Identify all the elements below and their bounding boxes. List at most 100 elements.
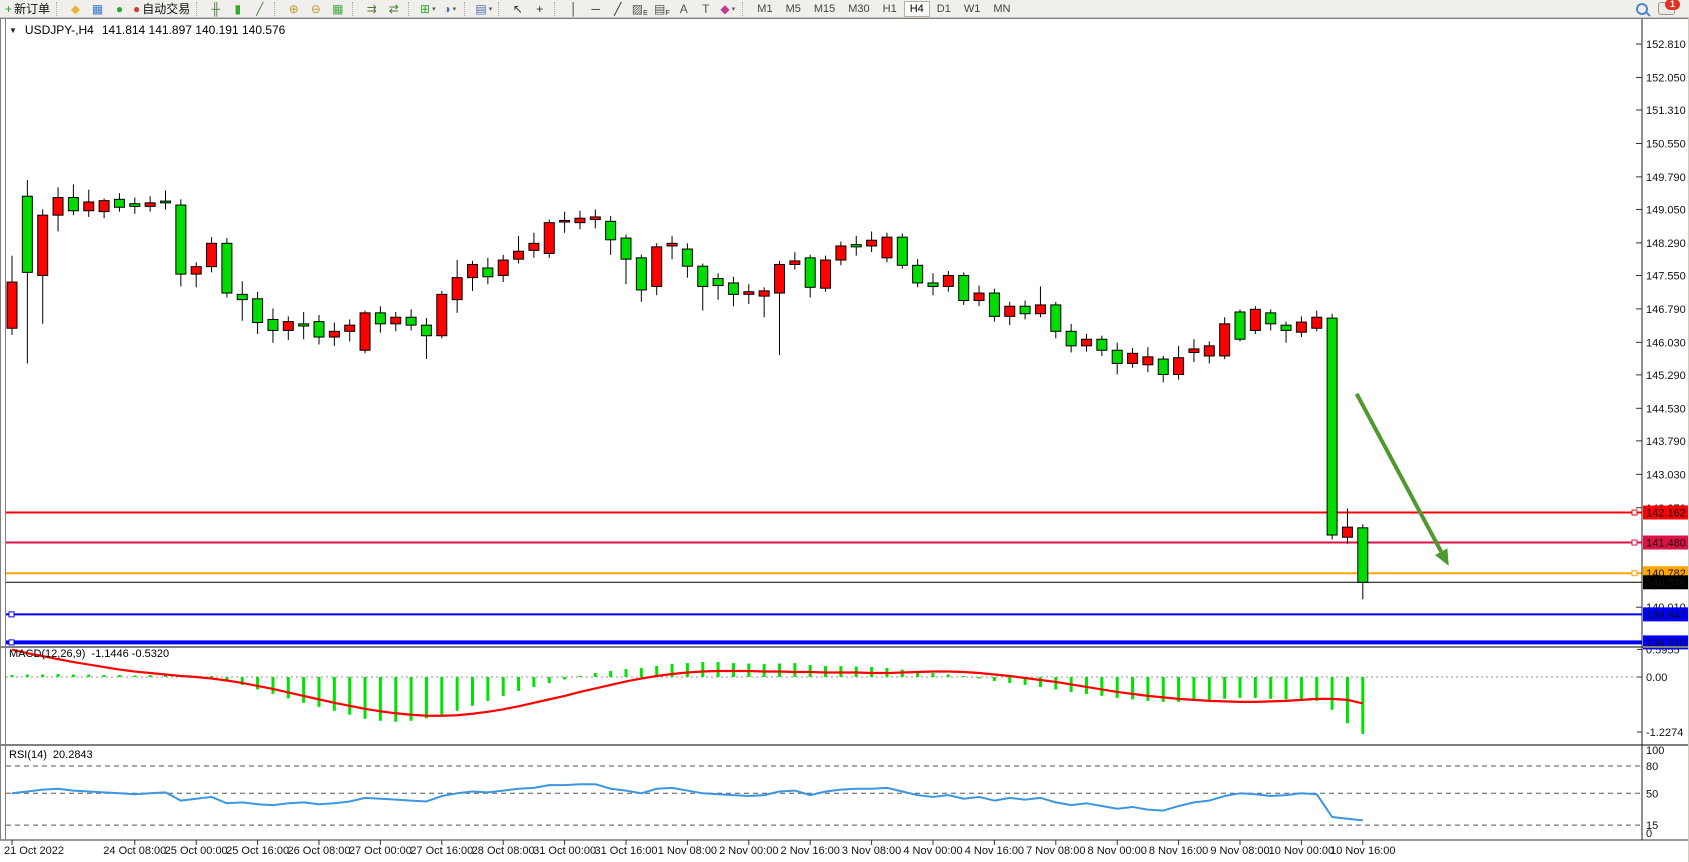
autotrading-button[interactable]: ●自动交易 [131, 1, 192, 17]
trendline-icon: ╱ [614, 2, 621, 16]
timeframe-m1[interactable]: M1 [751, 1, 778, 17]
fibonacci-button[interactable]: ▤F [651, 1, 672, 17]
macd-bar [1100, 677, 1103, 696]
macd-bar [1300, 677, 1303, 700]
svg-text:149.790: 149.790 [1646, 172, 1686, 184]
level-lines[interactable] [6, 510, 1642, 645]
candle-body [1112, 350, 1122, 363]
candle-body [375, 313, 385, 324]
svg-text:140.576: 140.576 [1646, 577, 1686, 589]
macd-bar [26, 675, 29, 677]
profiles-button[interactable]: ◑▾ [439, 1, 460, 17]
candle-body [483, 268, 493, 277]
timeframe-w1[interactable]: W1 [958, 1, 987, 17]
styles-icon: ◆ [71, 2, 80, 16]
terminal-window: +新订单◆▦●●自动交易╫▮╱⊕⊖▦⇉⇄⊞▾◑▾▤▾↖+│─╱▨E▤FAT◆▾M… [0, 0, 1689, 862]
dropdown-arrow-icon[interactable]: ▾ [453, 5, 457, 13]
dropdown-arrow-icon[interactable]: ▾ [732, 5, 736, 13]
arrows-button[interactable]: ◆▾ [717, 1, 738, 17]
macd-bar [1361, 677, 1364, 734]
chat-icon[interactable]: 1 [1658, 2, 1675, 15]
macd-bar [1285, 677, 1288, 699]
rsi-value: 20.2843 [53, 749, 93, 761]
candle-body [1005, 306, 1015, 316]
line-anchor[interactable] [1632, 540, 1637, 545]
text-button[interactable]: A [673, 1, 694, 17]
auto-scroll-button[interactable]: ⇉ [361, 1, 382, 17]
new-chart-button[interactable]: ⊞▾ [417, 1, 438, 17]
dropdown-arrow-icon[interactable]: ▾ [489, 5, 493, 13]
timeframe-m15[interactable]: M15 [808, 1, 841, 17]
price-chart-canvas[interactable]: 152.810152.050151.310150.550149.790149.0… [0, 18, 1689, 862]
chart-window[interactable]: 152.810152.050151.310150.550149.790149.0… [0, 18, 1689, 862]
bar-chart-button[interactable]: ╫ [205, 1, 226, 17]
candle-body [268, 319, 278, 330]
text-label-button[interactable]: T [695, 1, 716, 17]
zoom-out-button[interactable]: ⊖ [305, 1, 326, 17]
equidistant-channel-button[interactable]: ▨E [629, 1, 650, 17]
macd-bar [1254, 677, 1257, 698]
macd-bar [717, 662, 720, 677]
timeframe-h1[interactable]: H1 [877, 1, 903, 17]
macd-bar [1116, 677, 1119, 698]
candle-body [974, 293, 984, 300]
line-anchor[interactable] [9, 640, 14, 645]
candle-body [1266, 313, 1276, 324]
candle-body [314, 322, 324, 337]
trend-arrow[interactable] [1357, 394, 1449, 566]
candlestick-chart-button[interactable]: ▮ [227, 1, 248, 17]
candle-body [161, 201, 171, 203]
rsi-name: RSI(14) [9, 749, 47, 761]
vertical-line-button[interactable]: │ [563, 1, 584, 17]
candle-body [805, 258, 815, 287]
trendline-button[interactable]: ╱ [607, 1, 628, 17]
line-anchor[interactable] [1632, 571, 1637, 576]
time-axis[interactable]: 21 Oct 202224 Oct 08:0025 Oct 00:0025 Oc… [4, 840, 1396, 857]
macd-bar [333, 677, 336, 711]
line-anchor[interactable] [9, 612, 14, 617]
symbol-dropdown-icon[interactable]: ▼ [9, 26, 17, 35]
timeframe-h4[interactable]: H4 [904, 1, 930, 17]
candle-body [1312, 317, 1322, 328]
data-center-icon: ● [116, 2, 123, 16]
data-center-button[interactable]: ● [109, 1, 130, 17]
timeframe-m30[interactable]: M30 [842, 1, 875, 17]
macd-signal-line [12, 650, 1363, 716]
cursor-button[interactable]: ↖ [507, 1, 528, 17]
chart-type-button[interactable]: ▤▾ [473, 1, 494, 17]
down-arrow-shaft[interactable] [1357, 394, 1442, 552]
svg-text:7 Nov 08:00: 7 Nov 08:00 [1026, 845, 1085, 857]
horizontal-line-button[interactable]: ─ [585, 1, 606, 17]
macd-bar [625, 669, 628, 677]
ohlc-values: 141.814 141.897 140.191 140.576 [102, 23, 286, 37]
charts-window-button[interactable]: ▦ [87, 1, 108, 17]
bar-chart-icon: ╫ [212, 2, 221, 16]
candle-body [299, 324, 309, 326]
timeframe-mn[interactable]: MN [987, 1, 1016, 17]
svg-text:1 Nov 08:00: 1 Nov 08:00 [658, 845, 717, 857]
svg-text:4 Nov 00:00: 4 Nov 00:00 [903, 845, 962, 857]
search-icon[interactable] [1636, 3, 1648, 15]
macd-bar [1008, 677, 1011, 683]
timeframe-d1[interactable]: D1 [931, 1, 957, 17]
dropdown-arrow-icon[interactable]: ▾ [432, 5, 436, 13]
candle-body [1235, 312, 1245, 339]
macd-bar [548, 677, 551, 683]
tile-windows-button[interactable]: ▦ [327, 1, 348, 17]
toolbar-separator [742, 2, 747, 16]
chart-title: ▼ USDJPY-,H4 141.814 141.897 140.191 140… [9, 23, 285, 37]
toolbar-right: 1 [1636, 2, 1689, 15]
line-anchor[interactable] [1632, 510, 1637, 515]
candle-body [207, 243, 217, 266]
line-chart-icon: ╱ [256, 2, 263, 16]
candle-body [590, 217, 600, 220]
notification-badge[interactable]: 1 [1665, 0, 1680, 10]
line-chart-button[interactable]: ╱ [249, 1, 270, 17]
candle-body [943, 275, 953, 286]
zoom-in-button[interactable]: ⊕ [283, 1, 304, 17]
styles-button[interactable]: ◆ [65, 1, 86, 17]
chart-shift-button[interactable]: ⇄ [383, 1, 404, 17]
timeframe-m5[interactable]: M5 [780, 1, 807, 17]
crosshair-button[interactable]: + [529, 1, 550, 17]
new-order-button[interactable]: +新订单 [3, 1, 52, 17]
